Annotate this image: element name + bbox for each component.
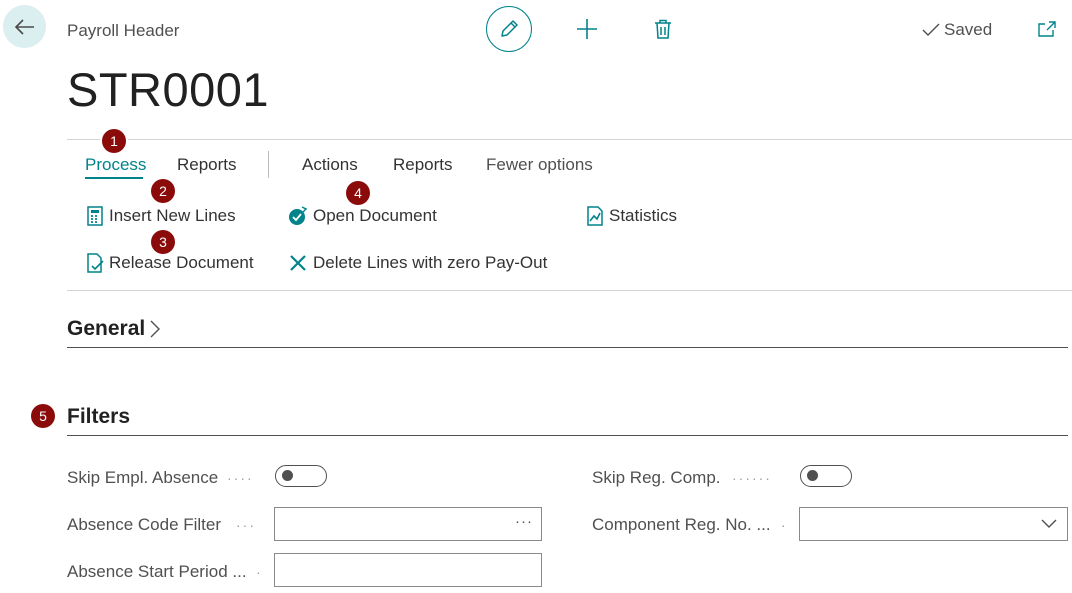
tab-fewer-options[interactable]: Fewer options <box>486 155 593 175</box>
action-label: Insert New Lines <box>109 206 236 225</box>
tab-separator <box>268 151 269 178</box>
back-button[interactable] <box>3 5 46 48</box>
statistics-icon <box>587 206 603 226</box>
toggle-knob <box>807 470 818 481</box>
absence-start-period-input[interactable] <box>274 553 542 587</box>
component-reg-no-label: Component Reg. No. ... <box>592 515 771 534</box>
step-badge-1: 1 <box>102 129 126 153</box>
reopen-icon <box>289 206 308 225</box>
open-document-action[interactable]: Open Document <box>288 206 437 226</box>
insert-new-lines-action[interactable]: Insert New Lines <box>86 206 236 226</box>
step-badge-2: 2 <box>151 179 175 203</box>
delete-button[interactable] <box>648 14 678 44</box>
active-tab-indicator <box>85 177 143 179</box>
divider <box>67 139 1072 140</box>
action-label: Statistics <box>609 206 678 225</box>
skip-reg-comp-toggle[interactable] <box>800 465 852 487</box>
tab-reports-2[interactable]: Reports <box>393 155 453 175</box>
label-dots: ··· <box>236 517 256 533</box>
calculator-icon <box>87 206 103 226</box>
chevron-down-icon <box>1041 519 1057 528</box>
skip-empl-absence-toggle[interactable] <box>275 465 327 487</box>
tab-process[interactable]: Process <box>85 155 146 175</box>
general-section-header[interactable]: General <box>67 317 161 341</box>
skip-empl-absence-label: Skip Empl. Absence <box>67 468 219 487</box>
release-document-action[interactable]: Release Document <box>86 253 254 273</box>
edit-button[interactable] <box>486 6 532 52</box>
popout-button[interactable] <box>1032 14 1062 44</box>
label-dots: ···· <box>227 470 254 486</box>
plus-icon <box>577 19 597 39</box>
step-badge-5: 5 <box>31 404 55 428</box>
toggle-knob <box>282 470 293 481</box>
divider <box>67 290 1072 291</box>
statistics-action[interactable]: Statistics <box>586 206 677 226</box>
section-divider <box>67 347 1068 348</box>
component-reg-no-select[interactable] <box>799 507 1068 541</box>
action-label: Delete Lines with zero Pay-Out <box>313 253 548 272</box>
action-label: Release Document <box>109 253 254 272</box>
release-document-icon <box>87 253 104 273</box>
saved-label: Saved <box>944 20 993 39</box>
popout-icon <box>1038 21 1056 37</box>
page-title: STR0001 <box>67 63 270 116</box>
absence-code-filter-label: Absence Code Filter <box>67 515 222 534</box>
filters-section-title: Filters <box>67 405 131 428</box>
page-caption: Payroll Header <box>67 21 180 40</box>
section-title: General <box>67 317 146 340</box>
label-dots: ······ <box>732 470 772 486</box>
chevron-right-icon <box>150 320 161 338</box>
delete-lines-zero-payout-action[interactable]: Delete Lines with zero Pay-Out <box>288 253 547 273</box>
absence-start-period-label: Absence Start Period ... <box>67 562 247 581</box>
trash-icon <box>655 19 671 39</box>
checkmark-icon <box>922 23 940 36</box>
saved-status: Saved <box>921 20 992 40</box>
tab-reports[interactable]: Reports <box>177 155 237 175</box>
step-badge-3: 3 <box>151 230 175 254</box>
back-arrow-icon <box>14 18 34 35</box>
absence-code-filter-input[interactable]: ··· <box>274 507 542 541</box>
skip-reg-comp-label: Skip Reg. Comp. <box>592 468 721 487</box>
tab-actions[interactable]: Actions <box>302 155 358 175</box>
section-divider <box>67 435 1068 436</box>
step-badge-4: 4 <box>346 181 370 205</box>
label-dots: · <box>781 517 788 533</box>
pencil-icon <box>501 20 518 37</box>
lookup-ellipsis-icon[interactable]: ··· <box>515 513 533 530</box>
label-dots: · <box>256 564 263 580</box>
new-button[interactable] <box>572 14 602 44</box>
delete-x-icon <box>290 255 306 271</box>
action-label: Open Document <box>313 206 437 225</box>
